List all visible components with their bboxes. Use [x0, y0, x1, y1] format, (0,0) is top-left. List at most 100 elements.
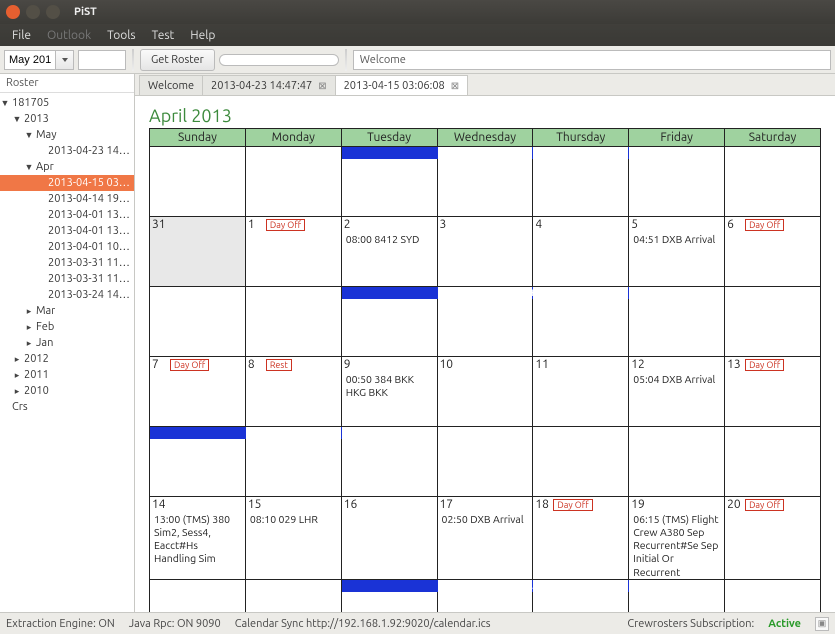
day-number: 14: [152, 498, 166, 511]
calendar-spanbar-cell: [725, 427, 821, 497]
tree-expander-icon[interactable]: ▼: [24, 162, 34, 172]
tree-label: 2013: [24, 113, 49, 125]
tree-month-mar[interactable]: ▸Mar: [0, 303, 134, 319]
month-dropdown-button[interactable]: [56, 50, 74, 70]
tree-item[interactable]: 2013-04-01 10:49:08: [0, 239, 134, 255]
calendar-day-cell[interactable]: 1205:04 DXB Arrival: [629, 357, 725, 427]
calendar-day-cell[interactable]: 900:50 384 BKK HKG BKK: [341, 357, 437, 427]
tree-year-2011[interactable]: ▸2011: [0, 367, 134, 383]
day-event-text[interactable]: 05:04 DXB Arrival: [633, 373, 720, 386]
tree-year-2010[interactable]: ▸2010: [0, 383, 134, 399]
calendar-spanbar-cell: [725, 579, 821, 612]
get-roster-button[interactable]: Get Roster: [140, 49, 215, 71]
calendar-day-header: Sunday: [150, 129, 246, 147]
calendar-spanbar-cell: [533, 579, 629, 612]
day-event-text[interactable]: 08:10 029 LHR: [250, 513, 337, 526]
tree-expander-icon[interactable]: ▸: [12, 354, 22, 365]
tree-item[interactable]: 2013-03-31 11:03:05: [0, 271, 134, 287]
tree-expander-icon[interactable]: ▸: [24, 306, 34, 317]
menu-help[interactable]: Help: [182, 26, 223, 45]
tab[interactable]: 2013-04-23 14:47:47 ⊠: [202, 75, 336, 95]
statusbar-corner-button[interactable]: ▣: [815, 617, 829, 631]
tree-item[interactable]: 2013-04-15 03:06:08: [0, 175, 134, 191]
toolbar-text-input[interactable]: [78, 50, 126, 70]
calendar-day-cell[interactable]: 8Rest: [245, 357, 341, 427]
window-close-button[interactable]: [6, 5, 20, 19]
month-selector[interactable]: [4, 50, 74, 70]
calendar-day-cell[interactable]: 7Day Off: [150, 357, 246, 427]
tree-item[interactable]: 2013-04-14 19:13:59: [0, 191, 134, 207]
day-event-text[interactable]: 08:00 8412 SYD: [346, 233, 433, 246]
day-tag: Rest: [266, 359, 292, 371]
tab[interactable]: Welcome: [139, 75, 203, 95]
calendar-day-cell[interactable]: 208:00 8412 SYD: [341, 217, 437, 287]
status-rpc: Java Rpc: ON 9090: [129, 618, 221, 630]
tree-expander-icon[interactable]: ▼: [0, 98, 10, 108]
calendar-grid: SundayMondayTuesdayWednesdayThursdayFrid…: [149, 128, 821, 612]
month-input[interactable]: [4, 50, 56, 70]
menu-tools[interactable]: Tools: [99, 26, 144, 45]
day-number: 13: [727, 358, 741, 371]
calendar-day-cell[interactable]: 31: [150, 217, 246, 287]
calendar-day-cell[interactable]: 4: [533, 217, 629, 287]
day-number: 20: [727, 498, 741, 511]
tab-bar: Welcome2013-04-23 14:47:47⊠2013-04-15 03…: [135, 74, 835, 96]
tree-expander-icon[interactable]: ▸: [12, 370, 22, 381]
calendar-day-cell[interactable]: 1906:15 (TMS) Flight Crew A380 Sep Recur…: [629, 497, 725, 580]
tree-item[interactable]: 2013-04-01 13:24:45: [0, 207, 134, 223]
day-event-text[interactable]: 06:15 (TMS) Flight Crew A380 Sep Recurre…: [633, 513, 720, 579]
calendar-day-cell[interactable]: 14 13:00 (TMS) 380 Sim2, Sess4, Eacct#Hs …: [150, 497, 246, 580]
tree-item[interactable]: 2013-03-31 11:25:19: [0, 255, 134, 271]
roster-tree[interactable]: ▼181705▼2013▼May2013-04-23 14:47:47▼Apr2…: [0, 93, 134, 417]
window-minimize-button[interactable]: [26, 5, 40, 19]
tree-year-2012[interactable]: ▸2012: [0, 351, 134, 367]
tree-item[interactable]: 2013-04-01 13:04:00: [0, 223, 134, 239]
tab-label: Welcome: [148, 80, 194, 92]
calendar-day-cell[interactable]: 6Day Off: [725, 217, 821, 287]
menu-test[interactable]: Test: [144, 26, 183, 45]
tree-year-2013[interactable]: ▼2013: [0, 111, 134, 127]
day-event-text[interactable]: 02:50 DXB Arrival: [442, 513, 529, 526]
tree-label: 2011: [24, 369, 49, 381]
calendar-day-cell[interactable]: 3: [437, 217, 533, 287]
day-number: 31: [152, 218, 166, 231]
tree-item[interactable]: 2013-04-23 14:47:47: [0, 143, 134, 159]
tree-expander-icon[interactable]: ▼: [12, 114, 22, 124]
calendar-day-cell[interactable]: 504:51 DXB Arrival: [629, 217, 725, 287]
tab[interactable]: 2013-04-15 03:06:08⊠: [335, 75, 469, 95]
tab-close-icon[interactable]: ⊠: [318, 80, 326, 92]
tree-month-jan[interactable]: ▸Jan: [0, 335, 134, 351]
tree-expander-icon[interactable]: ▸: [12, 386, 22, 397]
tree-label: May: [36, 129, 57, 141]
tree-root[interactable]: ▼181705: [0, 95, 134, 111]
day-event-text[interactable]: 13:00 (TMS) 380 Sim2, Sess4, Eacct#Hs Ha…: [154, 513, 241, 566]
calendar-day-cell[interactable]: 18Day Off: [533, 497, 629, 580]
tree-expander-icon[interactable]: ▸: [24, 338, 34, 349]
tree-crs[interactable]: Crs: [0, 399, 134, 415]
calendar-day-cell[interactable]: 10: [437, 357, 533, 427]
calendar-day-cell[interactable]: 20Day Off: [725, 497, 821, 580]
calendar-spanbar-cell: [629, 427, 725, 497]
calendar-day-cell[interactable]: 13Day Off: [725, 357, 821, 427]
tree-month-apr[interactable]: ▼Apr: [0, 159, 134, 175]
window-maximize-button[interactable]: [46, 5, 60, 19]
day-event-text[interactable]: 00:50 384 BKK HKG BKK: [346, 373, 433, 399]
tab-close-icon[interactable]: ⊠: [451, 80, 459, 92]
tree-label: 2013-04-01 10:49:08: [48, 241, 130, 253]
calendar-day-cell[interactable]: 16: [341, 497, 437, 580]
tree-month-may[interactable]: ▼May: [0, 127, 134, 143]
calendar-day-header: Wednesday: [437, 129, 533, 147]
tree-month-feb[interactable]: ▸Feb: [0, 319, 134, 335]
day-event-text[interactable]: 04:51 DXB Arrival: [633, 233, 720, 246]
content-area: Welcome2013-04-23 14:47:47⊠2013-04-15 03…: [135, 74, 835, 612]
calendar-day-cell[interactable]: 1508:10 029 LHR: [245, 497, 341, 580]
tree-item[interactable]: 2013-03-24 14:38:14: [0, 287, 134, 303]
calendar-spanbar-cell: [437, 579, 533, 612]
menu-file[interactable]: File: [4, 26, 39, 45]
tree-expander-icon[interactable]: ▼: [24, 130, 34, 140]
tree-expander-icon[interactable]: ▸: [24, 322, 34, 333]
calendar-day-cell[interactable]: 1702:50 DXB Arrival: [437, 497, 533, 580]
calendar-day-cell[interactable]: 11: [533, 357, 629, 427]
tab-label: 2013-04-23 14:47:47: [211, 80, 312, 92]
calendar-day-cell[interactable]: 1Day Off: [245, 217, 341, 287]
